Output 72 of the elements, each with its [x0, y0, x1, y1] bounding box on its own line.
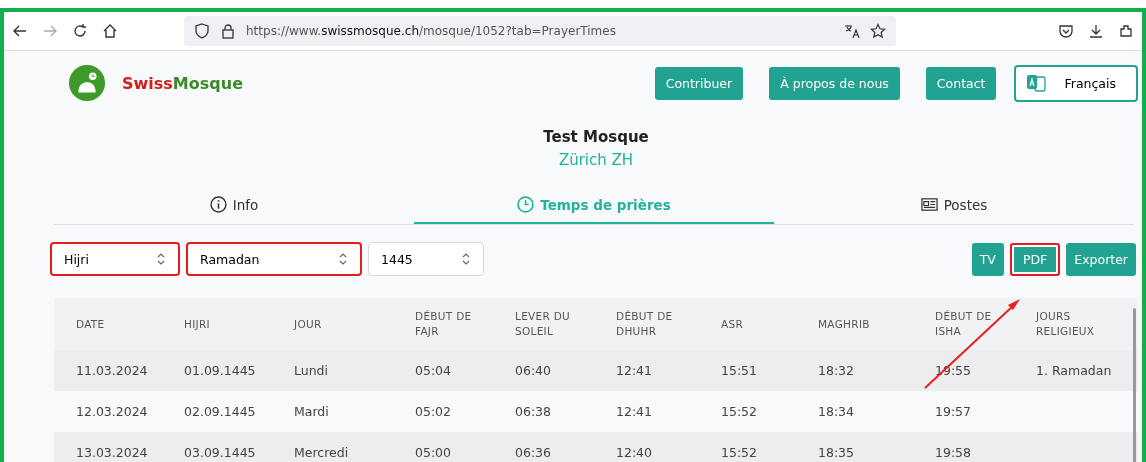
table-cell-text: 06:40 — [515, 363, 553, 378]
table-cell-text: 18:34 — [818, 404, 856, 419]
nav-button[interactable]: À propos de nous — [769, 66, 900, 100]
table-cell-text: 02.09.1445 — [184, 404, 257, 419]
sort-chevron-icon — [461, 252, 471, 266]
table-cell-text: 12:41 — [616, 404, 654, 419]
shield-icon — [194, 23, 210, 39]
table-cell-text: 19:57 — [935, 404, 973, 419]
column-header: LEVER DU SOLEIL — [515, 309, 572, 339]
table-cell-text: 15:51 — [721, 363, 759, 378]
column-header: DÉBUT DE FAJR — [415, 309, 473, 339]
table-cell-text: 18:35 — [818, 445, 856, 460]
info-icon — [209, 196, 227, 213]
table-cell-text: Mardi — [294, 404, 330, 419]
mosque-name: Test Mosque — [542, 128, 650, 146]
table-cell-text: 15:52 — [721, 404, 759, 419]
table-cell-text: Lundi — [294, 363, 329, 378]
reload-icon[interactable] — [72, 23, 88, 39]
column-header: HIJRI — [184, 316, 211, 332]
star-icon[interactable] — [870, 23, 886, 39]
column-header: DÉBUT DE ISHA — [935, 309, 993, 339]
action-button[interactable]: TV — [971, 242, 1004, 276]
back-icon[interactable] — [12, 23, 28, 39]
table-cell-text: 12.03.2024 — [76, 404, 149, 419]
tab[interactable]: Info — [54, 187, 414, 224]
download-icon[interactable] — [1088, 23, 1104, 39]
sort-chevron-icon — [156, 252, 166, 266]
table-cell-text: 13.03.2024 — [76, 445, 149, 460]
select-field[interactable]: Hijri — [50, 242, 180, 276]
newspaper-icon — [920, 196, 938, 213]
clock-icon — [517, 196, 535, 213]
url-text: https://www.swissmosque.ch/mosque/1052?tab=PrayerTimes — [246, 24, 617, 38]
table-cell-text: 05:04 — [415, 363, 453, 378]
translate-icon — [1026, 73, 1047, 93]
translate-icon[interactable] — [844, 23, 860, 39]
lock-icon — [220, 23, 236, 39]
column-header: JOUR — [294, 316, 323, 332]
mosque-location: Zürich ZH — [557, 151, 635, 169]
select-field[interactable]: Ramadan — [186, 242, 362, 276]
action-button[interactable]: Exporter — [1066, 242, 1136, 276]
table-cell-text: 03.09.1445 — [184, 445, 257, 460]
table-cell-text: 06:36 — [515, 445, 553, 460]
nav-button[interactable]: Contribuer — [654, 66, 744, 100]
table-cell-text: 19:58 — [935, 445, 973, 460]
sort-chevron-icon — [338, 252, 348, 266]
table-cell-text: 12:41 — [616, 363, 654, 378]
address-bar[interactable]: https://www.swissmosque.ch/mosque/1052?tab=PrayerTimes — [184, 16, 896, 46]
table-cell-text: 05:02 — [415, 404, 453, 419]
home-icon[interactable] — [102, 23, 118, 39]
column-header: ASR — [721, 316, 745, 332]
extensions-icon[interactable] — [1118, 23, 1134, 39]
table-cell-text: Mercredi — [294, 445, 350, 460]
table-cell-text: 05:00 — [415, 445, 453, 460]
table-cell-text: 12:40 — [616, 445, 654, 460]
language-button[interactable]: Français — [1014, 64, 1138, 102]
action-button[interactable]: PDF — [1009, 242, 1061, 276]
table-cell-text: 1. Ramadan — [1036, 363, 1113, 378]
table-cell-text: 18:32 — [818, 363, 856, 378]
select-field[interactable]: 1445 — [368, 242, 484, 276]
pocket-icon[interactable] — [1058, 23, 1074, 39]
site-logo-text[interactable]: SwissMosque — [122, 73, 243, 93]
table-cell-text: 06:38 — [515, 404, 553, 419]
table-cell-text: 01.09.1445 — [184, 363, 257, 378]
tab[interactable]: Postes — [774, 187, 1134, 224]
column-header: DATE — [76, 316, 106, 332]
column-header: DÉBUT DE DHUHR — [616, 309, 674, 339]
column-header: JOURS RELIGIEUX — [1036, 309, 1096, 339]
column-header: MAGHRIB — [818, 316, 871, 332]
nav-button[interactable]: Contact — [925, 66, 997, 100]
table-cell-text: 11.03.2024 — [76, 363, 149, 378]
table-cell-text: 15:52 — [721, 445, 759, 460]
mosque-logo-icon[interactable] — [68, 64, 106, 102]
